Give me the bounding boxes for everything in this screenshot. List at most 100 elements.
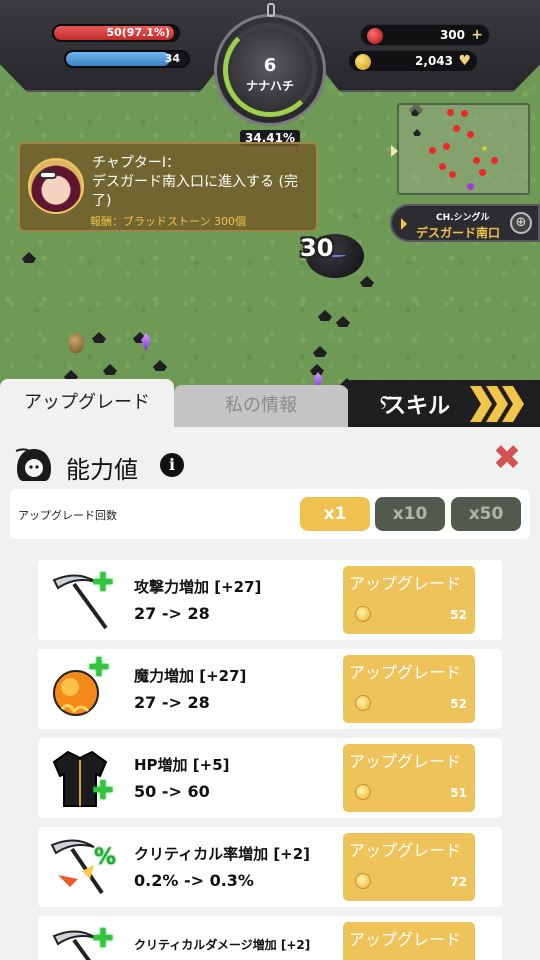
rock [360, 276, 374, 287]
upgrade-name: 攻撃力増加 [+27] [134, 578, 262, 596]
game-field[interactable]: 30 50(97.1%) 34 300 + 2,043 ♥ 6 ナナハチ 34.… [0, 0, 540, 400]
minimap-enemy [447, 109, 454, 116]
gold-coin-icon [355, 54, 371, 70]
mp-text: 34 [164, 52, 180, 65]
globe-icon[interactable]: ⊕ [510, 212, 532, 234]
minimap-enemy [479, 169, 486, 176]
rock [310, 364, 324, 375]
rock [336, 316, 350, 327]
plus-icon: ✚ [92, 924, 114, 954]
rock [22, 252, 36, 263]
minimap-enemy [429, 147, 436, 154]
plus-icon: ✚ [92, 776, 114, 806]
gold-amount: 2,043 [415, 54, 453, 68]
channel-selector[interactable]: CH.シングル デスガード南口 ⊕ [390, 204, 540, 242]
egg-item[interactable] [68, 333, 84, 353]
quest-description: デスガード南入口に進入する (完了) [92, 174, 298, 209]
reaper-icon [15, 448, 51, 481]
minimap-enemy [461, 110, 468, 117]
gem-counter[interactable]: 300 + [360, 24, 490, 46]
quest-panel[interactable]: チャプターI： デスガード南入口に進入する (完了) 報酬：ブラッドストーン 3… [18, 142, 318, 232]
gold-coin-icon [355, 606, 371, 622]
upgrade-count-label: アップグレード回数 [18, 509, 117, 522]
tab-my-info[interactable]: 私の情報 [174, 385, 348, 427]
gold-counter[interactable]: 2,043 ♥ [348, 50, 478, 72]
minimap-enemy [473, 157, 480, 164]
damage-number: 30 [300, 234, 334, 262]
channel-type: CH.シングル [436, 213, 490, 223]
rock [153, 360, 167, 371]
upgrade-button-label: アップグレード [349, 841, 462, 860]
info-icon[interactable]: i [160, 453, 184, 477]
add-gem-icon[interactable]: + [471, 27, 483, 43]
chain-icon [267, 3, 275, 17]
tab-upgrade[interactable]: アップグレード [0, 379, 174, 427]
channel-name: デスガード南口 [416, 226, 501, 240]
minimap-crystal [467, 183, 474, 190]
upgrade-name: HP増加 [+5] [134, 756, 230, 774]
quest-title: チャプターI： [92, 155, 180, 171]
quest-reward: 報酬：ブラッドストーン 300個 [90, 215, 246, 228]
rock [318, 310, 332, 321]
upgrade-name: 魔力増加 [+27] [134, 667, 247, 685]
npc-avatar [28, 158, 84, 214]
expand-arrow-icon [401, 218, 407, 230]
level-medallion[interactable]: 6 ナナハチ [214, 3, 326, 126]
minimap-enemy [453, 125, 460, 132]
multiplier-x10-button[interactable]: x10 [375, 497, 445, 531]
upgrade-cost: 52 [450, 697, 467, 711]
upgrade-row-magic: ✚ 魔力増加 [+27] 27 -> 28 アップグレード 52 [38, 649, 502, 729]
gold-coin-icon [355, 873, 371, 889]
minimap-enemy [449, 171, 456, 178]
upgrade-button[interactable]: アップグレード 52 [343, 655, 475, 723]
hp-text: 50(97.1%) [106, 26, 170, 39]
gem-amount: 300 [439, 28, 465, 42]
upgrade-cost: 72 [450, 875, 467, 889]
upgrade-panel: 能力値 i ✖ アップグレード回数 x1 x10 x50 ✚ 攻撃力増加 [+2… [0, 427, 540, 960]
player-level: 6 [263, 55, 277, 76]
upgrade-value: 27 -> 28 [134, 604, 210, 623]
upgrade-button[interactable]: アップグレード 52 [343, 566, 475, 634]
rock [92, 332, 106, 343]
upgrade-name: クリティカル率増加 [+2] [134, 845, 311, 863]
rock [103, 364, 117, 375]
minimap-enemy [439, 163, 446, 170]
minimap-toggle-icon[interactable] [391, 145, 398, 157]
gold-heart-icon[interactable]: ♥ [458, 53, 471, 69]
mp-bar: 34 [64, 50, 190, 68]
upgrade-row-critical-damage: ✚ クリティカルダメージ増加 [+2] アップグレード [38, 916, 502, 960]
percent-icon: % [94, 845, 117, 870]
chevron-right-icon [470, 386, 492, 422]
page-title: 能力値 [66, 456, 138, 484]
plus-icon: ✚ [92, 568, 114, 598]
upgrade-button-label: アップグレード [349, 574, 462, 593]
player-name: ナナハチ [245, 79, 294, 93]
minimap[interactable] [391, 103, 530, 195]
close-button[interactable]: ✖ [492, 441, 522, 475]
upgrade-row-hp: ✚ HP増加 [+5] 50 -> 60 アップグレード 51 [38, 738, 502, 818]
upgrade-value: 0.2% -> 0.3% [134, 871, 254, 890]
tab-skill[interactable]: ⲋ スキル [348, 380, 540, 427]
plus-icon: ✚ [88, 653, 110, 683]
minimap-player-star [481, 145, 488, 152]
minimap-enemy [443, 143, 450, 150]
minimap-enemy [491, 157, 498, 164]
mp-bar-fill [66, 52, 170, 66]
upgrade-row-critical-rate: % クリティカル率増加 [+2] 0.2% -> 0.3% アップグレード 72 [38, 827, 502, 907]
upgrade-row-attack: ✚ 攻撃力増加 [+27] 27 -> 28 アップグレード 52 [38, 560, 502, 640]
blood-gem-icon [367, 28, 383, 44]
upgrade-cost: 51 [450, 786, 467, 800]
minimap-enemy [467, 131, 474, 138]
upgrade-button[interactable]: アップグレード [343, 922, 475, 960]
hp-bar: 50(97.1%) [52, 24, 180, 42]
upgrade-button[interactable]: アップグレード 72 [343, 833, 475, 901]
upgrade-cost: 52 [450, 608, 467, 622]
multiplier-x1-button[interactable]: x1 [300, 497, 370, 531]
upgrade-value: 27 -> 28 [134, 693, 210, 712]
upgrade-button[interactable]: アップグレード 51 [343, 744, 475, 812]
minimap-rock [413, 129, 421, 136]
minimap-rock [411, 109, 419, 116]
multiplier-x50-button[interactable]: x50 [451, 497, 521, 531]
rock [313, 346, 327, 357]
upgrade-button-label: アップグレード [349, 752, 462, 771]
